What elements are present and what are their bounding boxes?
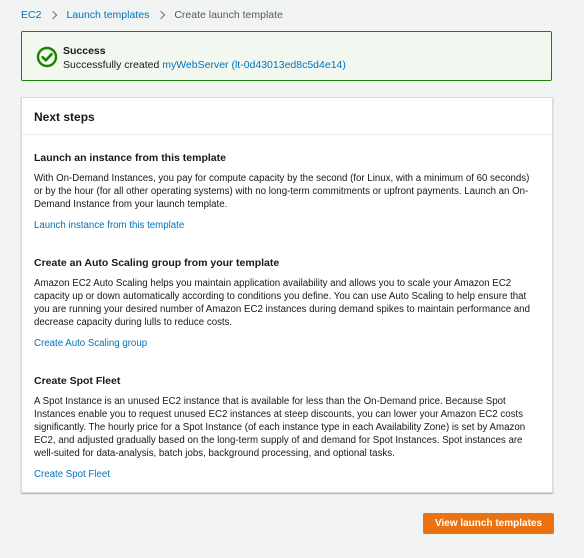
breadcrumb-current: Create launch template <box>174 9 283 21</box>
section-description: With On-Demand Instances, you pay for co… <box>34 173 530 210</box>
section-title: Create an Auto Scaling group from your t… <box>34 257 280 269</box>
launch-instance-link[interactable]: Launch instance from this template <box>34 220 184 231</box>
section-description: A Spot Instance is an unused EC2 instanc… <box>34 396 526 459</box>
panel-title: Next steps <box>34 110 95 124</box>
panel-header: Next steps <box>22 98 552 135</box>
launch-template-link[interactable]: myWebServer (lt-0d43013ed8c5d4e14) <box>162 59 346 71</box>
breadcrumb-launch-templates-link[interactable]: Launch templates <box>66 9 149 21</box>
breadcrumb-ec2-link[interactable]: EC2 <box>21 9 41 21</box>
breadcrumb: EC2 Launch templates Create launch templ… <box>21 6 283 24</box>
spot-fleet-section: Create Spot Fleet A Spot Instance is an … <box>34 374 539 482</box>
flash-message: Successfully created myWebServer (lt-0d4… <box>63 59 346 71</box>
create-spot-fleet-link[interactable]: Create Spot Fleet <box>34 469 110 480</box>
success-flash-message: Success Successfully created myWebServer… <box>21 31 552 81</box>
next-steps-panel: Next steps Launch an instance from this … <box>21 97 553 493</box>
view-launch-templates-button[interactable]: View launch templates <box>423 513 554 534</box>
section-title: Launch an instance from this template <box>34 152 226 164</box>
section-title: Create Spot Fleet <box>34 375 121 387</box>
flash-message-text: Successfully created <box>63 59 163 71</box>
chevron-right-icon <box>157 10 166 20</box>
auto-scaling-section: Create an Auto Scaling group from your t… <box>34 256 539 351</box>
chevron-right-icon <box>49 10 58 20</box>
create-auto-scaling-group-link[interactable]: Create Auto Scaling group <box>34 338 147 349</box>
section-description: Amazon EC2 Auto Scaling helps you mainta… <box>34 278 530 328</box>
launch-instance-section: Launch an instance from this template Wi… <box>34 151 539 233</box>
flash-title: Success <box>63 45 106 57</box>
success-check-icon <box>36 46 58 68</box>
